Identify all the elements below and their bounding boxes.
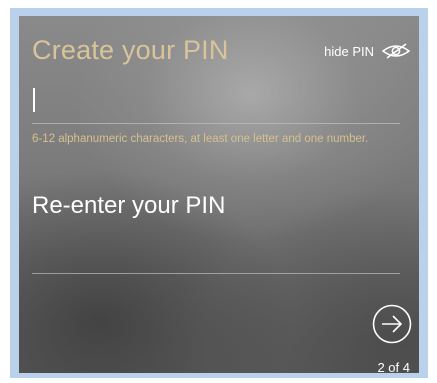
page-title: Create your PIN (32, 35, 229, 65)
pin-input-underline (32, 123, 400, 124)
eye-slash-icon (381, 43, 411, 59)
next-button[interactable] (372, 304, 412, 344)
hide-pin-toggle[interactable]: hide PIN (324, 43, 411, 59)
arrow-right-circle-icon (372, 304, 412, 344)
pin-hint: 6-12 alphanumeric characters, at least o… (32, 133, 369, 145)
device-frame: Create your PIN hide PIN 6-12 alphanumer… (10, 8, 428, 378)
step-indicator: 2 of 4 (377, 360, 410, 373)
pin-setup-screen: Create your PIN hide PIN 6-12 alphanumer… (19, 16, 419, 373)
reenter-pin-underline (32, 273, 400, 274)
reenter-pin-field[interactable]: Re-enter your PIN (32, 192, 225, 220)
pin-input-cursor[interactable] (33, 88, 35, 112)
hide-pin-label: hide PIN (324, 43, 374, 59)
